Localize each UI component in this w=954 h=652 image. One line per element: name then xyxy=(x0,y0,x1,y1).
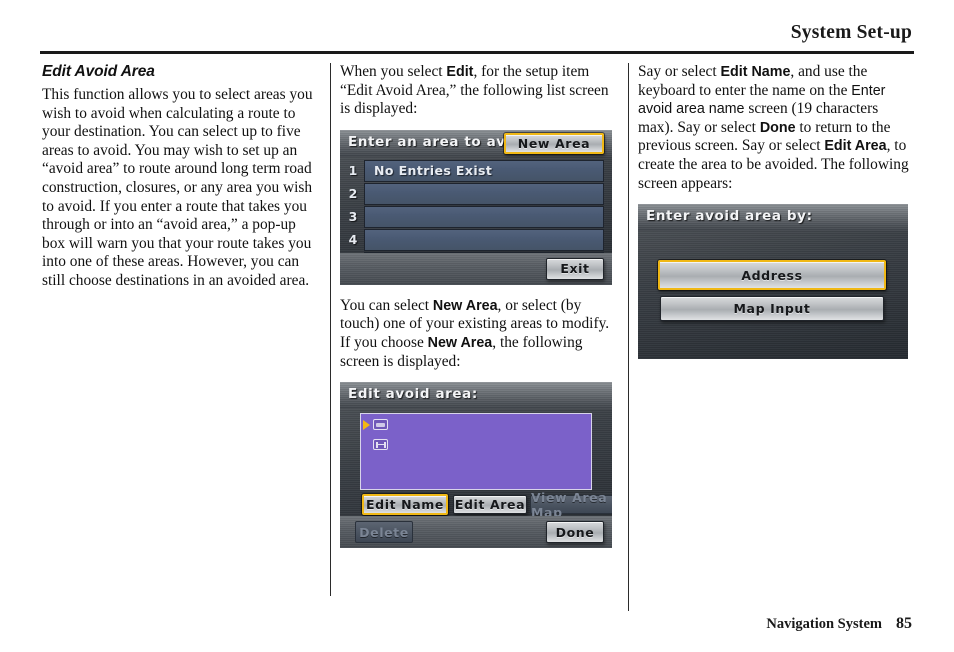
text-frag: You can select xyxy=(340,296,433,314)
paragraph-edit-name: Say or select Edit Name, and use the key… xyxy=(638,63,912,193)
edit-name-button[interactable]: Edit Name xyxy=(362,494,448,516)
column-divider-2 xyxy=(628,63,629,611)
done-button[interactable]: Done xyxy=(546,521,604,544)
paragraph-edit-intro: When you select Edit, for the setup item… xyxy=(340,63,612,119)
bold-new-area-2: New Area xyxy=(427,334,493,351)
bold-edit: Edit xyxy=(446,64,474,80)
page-title: System Set-up xyxy=(790,22,912,43)
delete-button: Delete xyxy=(355,521,413,544)
bold-new-area: New Area xyxy=(432,297,498,314)
area-size-icon xyxy=(373,439,388,451)
column-divider-1 xyxy=(330,63,331,596)
bold-done: Done xyxy=(759,119,796,136)
list-row[interactable] xyxy=(364,182,604,205)
nav-screen-enter-area-to-avoid: Enter an area to avoid: New Area 1 No En… xyxy=(340,129,612,285)
bold-edit-area: Edit Area xyxy=(824,138,887,155)
cursor-arrow-icon xyxy=(363,420,370,431)
list-row[interactable] xyxy=(364,228,604,251)
list-row[interactable] xyxy=(364,205,604,228)
header-rule xyxy=(40,51,914,54)
new-area-button[interactable]: New Area xyxy=(504,132,604,154)
row-number: 3 xyxy=(348,208,358,224)
column-middle: When you select Edit, for the setup item… xyxy=(340,63,612,549)
section-heading: Edit Avoid Area xyxy=(42,63,155,80)
area-name-icon xyxy=(373,419,388,431)
manual-page: System Set-up Edit Avoid Area This funct… xyxy=(0,0,954,652)
intro-paragraph: This function allows you to select areas… xyxy=(42,86,313,289)
paragraph-new-area: You can select New Area, or select (by t… xyxy=(340,297,612,371)
column-left: Edit Avoid Area This function allows you… xyxy=(42,63,314,302)
screen-title: Enter avoid area by: xyxy=(646,208,813,225)
footer: Navigation System 85 xyxy=(766,615,912,633)
edit-area-button[interactable]: Edit Area xyxy=(453,495,527,515)
screen-title: Edit avoid area: xyxy=(348,386,478,403)
avoid-area-map-panel[interactable] xyxy=(360,413,592,491)
row-number: 2 xyxy=(348,185,358,201)
list-row[interactable]: No Entries Exist xyxy=(364,159,604,182)
page-number: 85 xyxy=(896,615,912,632)
address-button[interactable]: Address xyxy=(658,260,886,291)
view-area-map-button: View Area Map xyxy=(530,490,612,520)
nav-screen-edit-avoid-area: Edit avoid area: Edit Name Edit Area Vie… xyxy=(340,382,612,549)
map-input-button[interactable]: Map Input xyxy=(660,296,884,322)
row-number: 1 xyxy=(348,162,358,178)
text-frag: Say or select xyxy=(638,63,721,80)
footer-label: Navigation System xyxy=(766,616,882,632)
bold-edit-name: Edit Name xyxy=(720,64,791,80)
exit-button[interactable]: Exit xyxy=(546,257,604,280)
nav-screen-enter-avoid-area-by: Enter avoid area by: Address Map Input xyxy=(638,204,908,360)
column-right: Say or select Edit Name, and use the key… xyxy=(638,63,912,360)
row-number: 4 xyxy=(348,231,358,247)
text-frag: When you select xyxy=(340,63,447,80)
